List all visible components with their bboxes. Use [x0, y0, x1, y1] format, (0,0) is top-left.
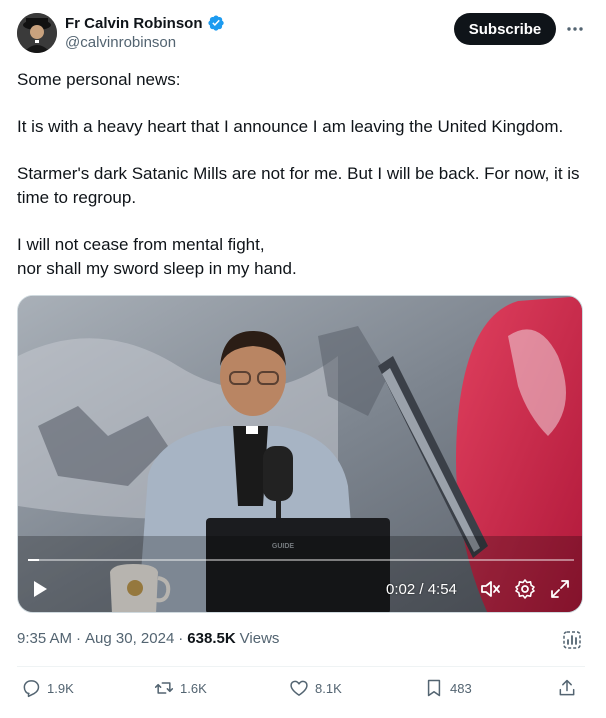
tweet-header: Fr Calvin Robinson @calvinrobinson Subsc…	[17, 13, 589, 55]
play-icon[interactable]	[30, 577, 50, 601]
analytics-icon[interactable]	[562, 630, 584, 652]
repost-button[interactable]: 1.6K	[154, 678, 207, 698]
avatar[interactable]	[17, 13, 57, 53]
meta-separator: ·	[178, 630, 184, 647]
muted-speaker-icon[interactable]	[478, 577, 502, 601]
tweet-date[interactable]: Aug 30, 2024	[85, 630, 174, 647]
meta-separator: ·	[76, 630, 82, 647]
video-progress-fill	[28, 559, 39, 561]
video-player[interactable]: GUIDE 0:02 / 4:54	[17, 295, 583, 613]
tweet-paragraph: Starmer's dark Satanic Mills are not for…	[17, 164, 580, 207]
tweet-meta: 9:35 AM · Aug 30, 2024 · 638.5K Views	[17, 630, 279, 647]
views-count: 638.5K	[187, 630, 236, 647]
gear-icon[interactable]	[513, 577, 537, 601]
tweet-actions: 1.9K 1.6K 8.1K 483	[17, 678, 585, 704]
repost-count: 1.6K	[180, 680, 207, 696]
share-icon	[559, 679, 575, 696]
fullscreen-icon[interactable]	[548, 577, 572, 601]
tweet-paragraph: Some personal news:	[17, 70, 181, 89]
like-count: 8.1K	[315, 680, 342, 696]
author-display-name[interactable]: Fr Calvin Robinson	[65, 15, 203, 32]
more-icon[interactable]	[564, 18, 586, 40]
verified-badge-icon[interactable]	[207, 14, 225, 32]
reply-icon	[23, 680, 40, 698]
author-name-row: Fr Calvin Robinson	[65, 14, 225, 32]
bookmark-icon	[427, 679, 441, 697]
video-frame: GUIDE	[18, 296, 582, 612]
tweet-paragraph: nor shall my sword sleep in my hand.	[17, 259, 297, 278]
tweet-text: Some personal news: It is with a heavy h…	[17, 68, 587, 281]
subscribe-button[interactable]: Subscribe	[454, 13, 556, 45]
repost-icon	[154, 682, 174, 694]
divider	[17, 666, 585, 667]
share-button[interactable]	[557, 678, 577, 698]
reply-button[interactable]: 1.9K	[21, 678, 74, 698]
heart-icon	[290, 680, 308, 696]
reply-count: 1.9K	[47, 680, 74, 696]
tweet-paragraph: I will not cease from mental fight,	[17, 235, 265, 254]
video-time-display: 0:02 / 4:54	[386, 580, 457, 598]
avatar-image	[17, 13, 57, 53]
bookmark-count: 483	[450, 680, 472, 696]
like-button[interactable]: 8.1K	[289, 678, 342, 698]
tweet-time[interactable]: 9:35 AM	[17, 630, 72, 647]
views-label: Views	[239, 630, 280, 647]
video-progress-bar[interactable]	[28, 559, 574, 561]
author-handle[interactable]: @calvinrobinson	[65, 34, 176, 51]
tweet-paragraph: It is with a heavy heart that I announce…	[17, 117, 564, 136]
bookmark-button[interactable]: 483	[424, 678, 472, 698]
